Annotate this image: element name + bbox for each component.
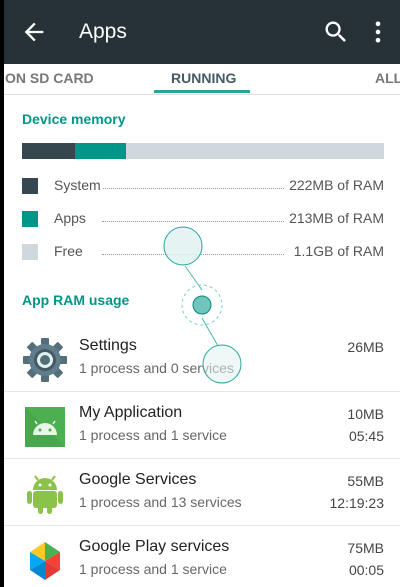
touch-gesture-overlay bbox=[163, 226, 242, 384]
touch-point-end bbox=[202, 344, 242, 384]
touch-point-start bbox=[163, 226, 203, 266]
touch-point-middle bbox=[192, 295, 212, 315]
apps-screen: Apps ON SD CARD RUNNING ALL Device memor… bbox=[4, 0, 400, 587]
